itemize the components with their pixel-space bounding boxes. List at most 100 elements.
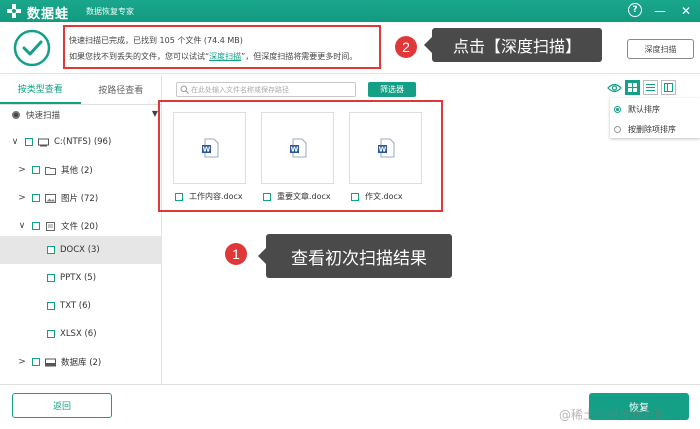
tree-item-label: XLSX (6): [60, 329, 97, 339]
help-glyph: ?: [632, 5, 638, 15]
deep-scan-link[interactable]: 深度扫描: [209, 52, 241, 61]
file-name: 工作内容.docx: [189, 192, 243, 201]
checkbox[interactable]: [47, 330, 55, 338]
help-icon[interactable]: ?: [628, 3, 642, 17]
svg-text:W: W: [378, 146, 386, 154]
annotation-callout-results: 查看初次扫描结果: [258, 234, 452, 278]
tree-item-drive-c[interactable]: ∨ C:(NTFS) (96): [0, 128, 162, 156]
expand-icon[interactable]: >: [17, 193, 27, 203]
view-mode-buttons: [607, 80, 676, 95]
scan-mode-label: 快速扫描: [26, 111, 61, 121]
back-button[interactable]: 返回: [12, 393, 112, 418]
sort-option-deleted[interactable]: 按删除项排序: [610, 120, 700, 138]
svg-text:W: W: [290, 146, 298, 154]
database-icon: [45, 358, 56, 366]
checkbox[interactable]: [47, 246, 55, 254]
tree-item-database[interactable]: > 数据库 (2): [0, 348, 162, 376]
tree-item-label: PPTX (5): [60, 273, 97, 283]
file-results-highlight: W 工作内容.docx W 重要文章.docx W 作文.docx: [158, 100, 443, 212]
radio-icon[interactable]: [614, 125, 621, 133]
watermark: @稀土掘金技术社区: [559, 408, 668, 422]
checkbox[interactable]: [32, 194, 40, 202]
tree-item-xlsx[interactable]: XLSX (6): [0, 320, 162, 348]
expand-icon[interactable]: >: [17, 357, 27, 367]
file-item[interactable]: 作文.docx: [351, 191, 403, 202]
checkbox[interactable]: [47, 274, 55, 282]
file-item[interactable]: 工作内容.docx: [175, 191, 243, 202]
tab-by-type[interactable]: 按类型查看: [0, 75, 81, 104]
eye-icon[interactable]: [607, 80, 622, 95]
file-thumbnail[interactable]: W: [173, 112, 246, 184]
deep-scan-hint-pre: 如果您找不到丢失的文件，您可以试试“: [69, 52, 210, 61]
deep-scan-hint: 如果您找不到丢失的文件，您可以试试“深度扫描”，但深度扫描将需要更多时间。: [69, 49, 379, 65]
tree-item-label: 数据库 (2): [61, 358, 102, 368]
document-icon: [46, 221, 55, 231]
checkbox[interactable]: [32, 166, 40, 174]
sort-option-label: 按删除项排序: [628, 124, 676, 134]
annotation-badge-2: 2: [395, 36, 417, 58]
title-bar: 数据蛙 数据恢复专家 ? — ✕: [0, 0, 700, 22]
file-name: 作文.docx: [365, 192, 403, 201]
scan-status-highlight: 快速扫描已完成，已找到 105 个文件 (74.4 MB) 如果您找不到丢失的文…: [63, 25, 381, 69]
app-logo-icon: [7, 4, 21, 18]
tree-item-label: 其他 (2): [61, 166, 93, 176]
checkbox[interactable]: [47, 302, 55, 310]
tab-by-path[interactable]: 按路径查看: [81, 75, 162, 104]
list-view-icon[interactable]: [643, 80, 658, 95]
annotation-callout-deep-scan: 点击【深度扫描】: [424, 28, 602, 62]
scan-status-header: 快速扫描已完成，已找到 105 个文件 (74.4 MB) 如果您找不到丢失的文…: [0, 22, 700, 74]
image-icon: [45, 193, 56, 203]
close-icon[interactable]: ✕: [678, 3, 694, 19]
scan-complete-check-icon: [13, 29, 51, 67]
scan-mode-radio-icon: [12, 111, 20, 119]
checkbox[interactable]: [25, 138, 33, 146]
app-name: 数据蛙: [27, 7, 70, 22]
checkbox[interactable]: [351, 192, 359, 201]
tree-item-txt[interactable]: TXT (6): [0, 292, 162, 320]
tree-item-pptx[interactable]: PPTX (5): [0, 264, 162, 292]
word-file-icon: W: [289, 138, 306, 158]
footer: 返回 恢复 @稀土掘金技术社区: [0, 384, 700, 429]
folder-icon: [45, 166, 56, 175]
sort-option-default[interactable]: 默认排序: [610, 100, 700, 118]
checkbox[interactable]: [263, 192, 271, 201]
file-thumbnail[interactable]: W: [261, 112, 334, 184]
tree-item-label: 文件 (20): [61, 222, 99, 232]
tree-item-other[interactable]: > 其他 (2): [0, 156, 162, 184]
tree-item-label: 图片 (72): [61, 194, 99, 204]
grid-view-icon[interactable]: [625, 80, 640, 95]
search-placeholder: 在此处输入文件名称或保存路径: [191, 85, 289, 94]
search-input[interactable]: 在此处输入文件名称或保存路径: [176, 82, 356, 97]
scan-mode-selector[interactable]: 快速扫描 ▼: [0, 105, 162, 125]
checkbox[interactable]: [32, 222, 40, 230]
drive-icon: [38, 138, 49, 146]
tree-item-images[interactable]: > 图片 (72): [0, 184, 162, 212]
filter-button[interactable]: 筛选器: [368, 82, 416, 97]
expand-icon[interactable]: >: [17, 165, 27, 175]
sort-menu: 默认排序 按删除项排序: [610, 98, 700, 138]
sidebar: 按类型查看 按路径查看 快速扫描 ▼ ∨ C:(NTFS) (96) > 其他 …: [0, 75, 162, 384]
expand-icon[interactable]: ∨: [17, 221, 27, 231]
radio-icon[interactable]: [614, 105, 621, 113]
deep-scan-button[interactable]: 深度扫描: [627, 39, 694, 59]
checkbox[interactable]: [175, 192, 183, 201]
minimize-icon[interactable]: —: [652, 3, 668, 19]
word-file-icon: W: [201, 138, 218, 158]
tree-item-docx[interactable]: DOCX (3): [0, 236, 162, 264]
svg-text:W: W: [202, 146, 210, 154]
search-icon: [180, 85, 189, 94]
tree-item-label: C:(NTFS) (96): [54, 137, 112, 147]
expand-icon[interactable]: ∨: [10, 137, 20, 147]
sort-option-label: 默认排序: [628, 104, 660, 114]
tree-item-label: DOCX (3): [60, 245, 100, 255]
word-file-icon: W: [377, 138, 394, 158]
detail-view-icon[interactable]: [661, 80, 676, 95]
annotation-badge-1: 1: [225, 243, 247, 265]
tree-item-label: TXT (6): [60, 301, 91, 311]
app-subtitle: 数据恢复专家: [86, 7, 134, 16]
deep-scan-hint-post: ”，但深度扫描将需要更多时间。: [241, 52, 358, 61]
checkbox[interactable]: [32, 358, 40, 366]
file-name: 重要文章.docx: [277, 192, 331, 201]
file-thumbnail[interactable]: W: [349, 112, 422, 184]
file-item[interactable]: 重要文章.docx: [263, 191, 331, 202]
